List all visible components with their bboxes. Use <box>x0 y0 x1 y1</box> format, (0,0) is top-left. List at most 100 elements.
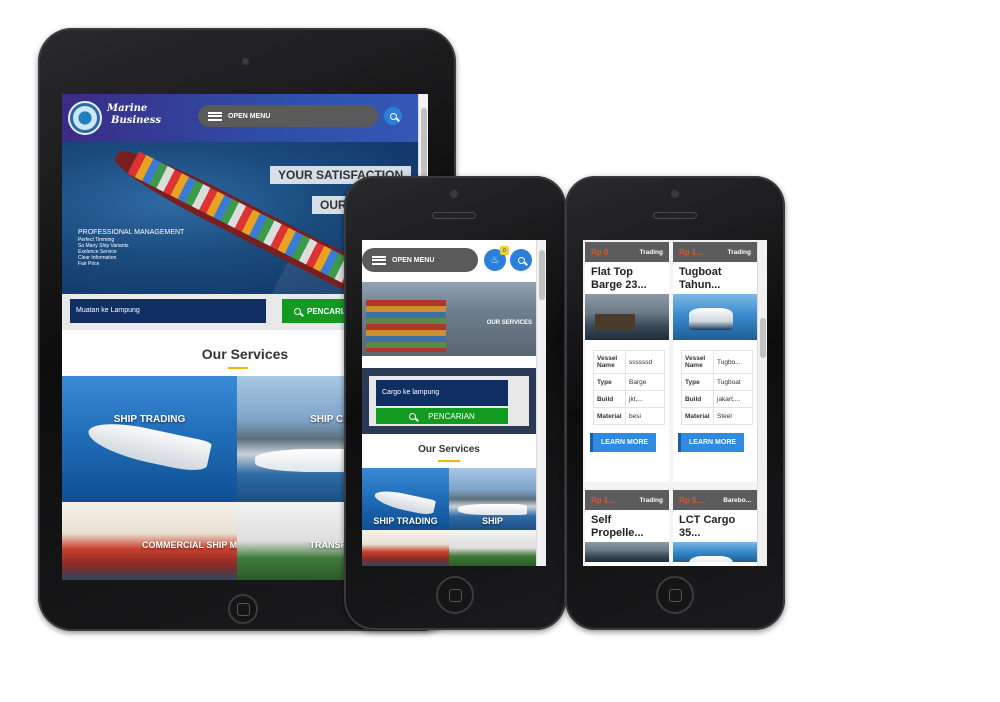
hero-banner: OUR SERVICES <box>362 282 536 356</box>
search-icon <box>389 112 397 120</box>
open-menu-button[interactable]: OPEN MENU <box>198 105 378 127</box>
search-icon <box>517 256 525 264</box>
spec-key: Material <box>681 407 714 425</box>
spec-value: jakart,... <box>713 390 753 408</box>
service-tile-commercial-ship-management[interactable]: COMMERCIAL SHIP MANAGEMENT <box>62 502 237 580</box>
listing-card-header: Rp 1... Trading <box>585 490 669 510</box>
service-tile-commercial-ship-management[interactable] <box>362 530 449 566</box>
listing-card[interactable]: Rp 0 Trading Flat Top Barge 23... Vessel… <box>585 242 669 482</box>
phone-home-button[interactable] <box>656 576 694 614</box>
listing-title[interactable]: Tugboat Tahun... <box>673 262 757 294</box>
search-icon <box>409 412 417 420</box>
spec-key: Material <box>593 407 626 425</box>
hero-point: Fair Price <box>78 261 100 267</box>
listing-price: Rp 0 <box>591 247 609 257</box>
phone-right-screen: Rp 0 Trading Flat Top Barge 23... Vessel… <box>583 240 767 566</box>
brand-name: Marine Business <box>107 103 161 127</box>
phone-device-left: OPEN MENU ♨ 0 OUR SERVICES Cargo ke lamp… <box>344 176 566 630</box>
service-tile-transport[interactable] <box>449 530 536 566</box>
company-logo[interactable] <box>68 101 102 135</box>
spec-value: Barge <box>625 373 665 391</box>
service-label: SHIP TRADING <box>113 414 186 425</box>
spec-value: besi <box>625 407 665 425</box>
spec-key: Vessel Name <box>593 350 626 374</box>
site-header: Marine Business OPEN MENU <box>62 94 418 142</box>
hero-heading: PROFESSIONAL MANAGEMENT <box>78 229 185 236</box>
scrollbar-thumb[interactable] <box>539 250 545 300</box>
spec-key: Vessel Name <box>681 350 714 374</box>
listing-image[interactable] <box>585 542 669 562</box>
container-port-image <box>366 300 446 352</box>
brand-line-1: Marine <box>107 103 148 114</box>
spec-value: jkt,... <box>625 390 665 408</box>
tablet-home-button[interactable] <box>228 594 258 624</box>
listing-card[interactable]: Rp 1... Trading Self Propelle... <box>585 490 669 566</box>
listing-price: Rp 1... <box>679 247 704 257</box>
listing-image-barge[interactable] <box>585 294 669 340</box>
spec-value: Tugbo... <box>713 350 753 374</box>
search-input[interactable]: Muatan ke Lampung <box>70 299 266 323</box>
phone-speaker <box>653 212 697 219</box>
open-menu-label: OPEN MENU <box>228 112 271 120</box>
search-button[interactable] <box>510 249 532 271</box>
bell-icon: ♨ <box>490 254 500 266</box>
listing-title[interactable]: LCT Cargo 35... <box>673 510 757 542</box>
hero-feature-list: PROFESSIONAL MANAGEMENT Perfect Timming … <box>78 228 184 267</box>
open-menu-label: OPEN MENU <box>392 256 435 264</box>
container-ship-image <box>108 142 366 294</box>
listing-card[interactable]: Rp 1... Trading Tugboat Tahun... Vessel … <box>673 242 757 482</box>
learn-more-button[interactable]: LEARN MORE <box>681 433 745 452</box>
phone-camera <box>671 190 679 198</box>
services-underline <box>228 367 248 369</box>
service-label: SHIP <box>481 516 503 526</box>
phone-right-scrollbar[interactable] <box>757 240 767 566</box>
phone-left-scrollbar[interactable] <box>536 240 546 566</box>
spec-value: Steel <box>713 407 753 425</box>
listing-card[interactable]: Rp 5,... Barebo... LCT Cargo 35... <box>673 490 757 566</box>
search-submit-label: PENCARIAN <box>428 411 475 421</box>
tablet-camera <box>242 58 249 65</box>
service-tile-ship-trading[interactable]: SHIP TRADING <box>362 468 449 530</box>
phone-home-button[interactable] <box>436 576 474 614</box>
listing-image-tugboat[interactable] <box>673 294 757 340</box>
spec-key: Build <box>681 390 714 408</box>
hamburger-icon <box>208 111 222 121</box>
listing-spec-table: Vessel Name ssssssd Type Barge Build jkt,..… <box>593 350 665 425</box>
notification-badge: 0 <box>500 246 509 255</box>
listing-category: Trading <box>639 248 663 256</box>
spec-value: Tugboat <box>713 373 753 391</box>
scrollbar-thumb[interactable] <box>760 318 766 358</box>
listing-category: Trading <box>639 496 663 504</box>
search-input[interactable]: Cargo ke lampung <box>376 380 508 406</box>
learn-more-button[interactable]: LEARN MORE <box>593 433 657 452</box>
brand-line-2: Business <box>111 115 162 126</box>
search-panel: Cargo ke lampung PENCARIAN <box>362 368 536 434</box>
listing-image[interactable] <box>673 542 757 562</box>
open-menu-button[interactable]: OPEN MENU <box>362 248 478 272</box>
listing-card-header: Rp 5,... Barebo... <box>673 490 757 510</box>
hamburger-icon <box>372 255 386 265</box>
listing-spec-table: Vessel Name Tugbo... Type Tugboat Build jak… <box>681 350 753 425</box>
device-mockup-stage: Marine Business OPEN MENU YOUR SATISFACT… <box>0 0 1000 702</box>
listing-card-header: Rp 1... Trading <box>673 242 757 262</box>
listing-price: Rp 1... <box>591 495 616 505</box>
spec-key: Type <box>681 373 714 391</box>
listing-price: Rp 5,... <box>679 495 706 505</box>
phone-device-right: Rp 0 Trading Flat Top Barge 23... Vessel… <box>565 176 785 630</box>
service-label: COMMERCIAL SHIP MANAGEMENT <box>142 540 237 550</box>
listing-title[interactable]: Self Propelle... <box>585 510 669 542</box>
listing-category: Barebo... <box>723 496 751 504</box>
search-button[interactable] <box>384 107 402 125</box>
hero-caption: OUR SERVICES <box>486 320 532 326</box>
search-icon <box>294 307 301 315</box>
phone-speaker <box>432 212 476 219</box>
listing-title[interactable]: Flat Top Barge 23... <box>585 262 669 294</box>
spec-key: Type <box>593 373 626 391</box>
phone-camera <box>450 190 458 198</box>
service-tile-ship-trading[interactable]: SHIP TRADING <box>62 376 237 502</box>
service-tile-ship-charter[interactable]: SHIP <box>449 468 536 530</box>
phone-left-screen: OPEN MENU ♨ 0 OUR SERVICES Cargo ke lamp… <box>362 240 546 566</box>
spec-key: Build <box>593 390 626 408</box>
search-submit-button[interactable]: PENCARIAN <box>376 408 508 424</box>
notification-button[interactable]: ♨ 0 <box>484 246 509 271</box>
